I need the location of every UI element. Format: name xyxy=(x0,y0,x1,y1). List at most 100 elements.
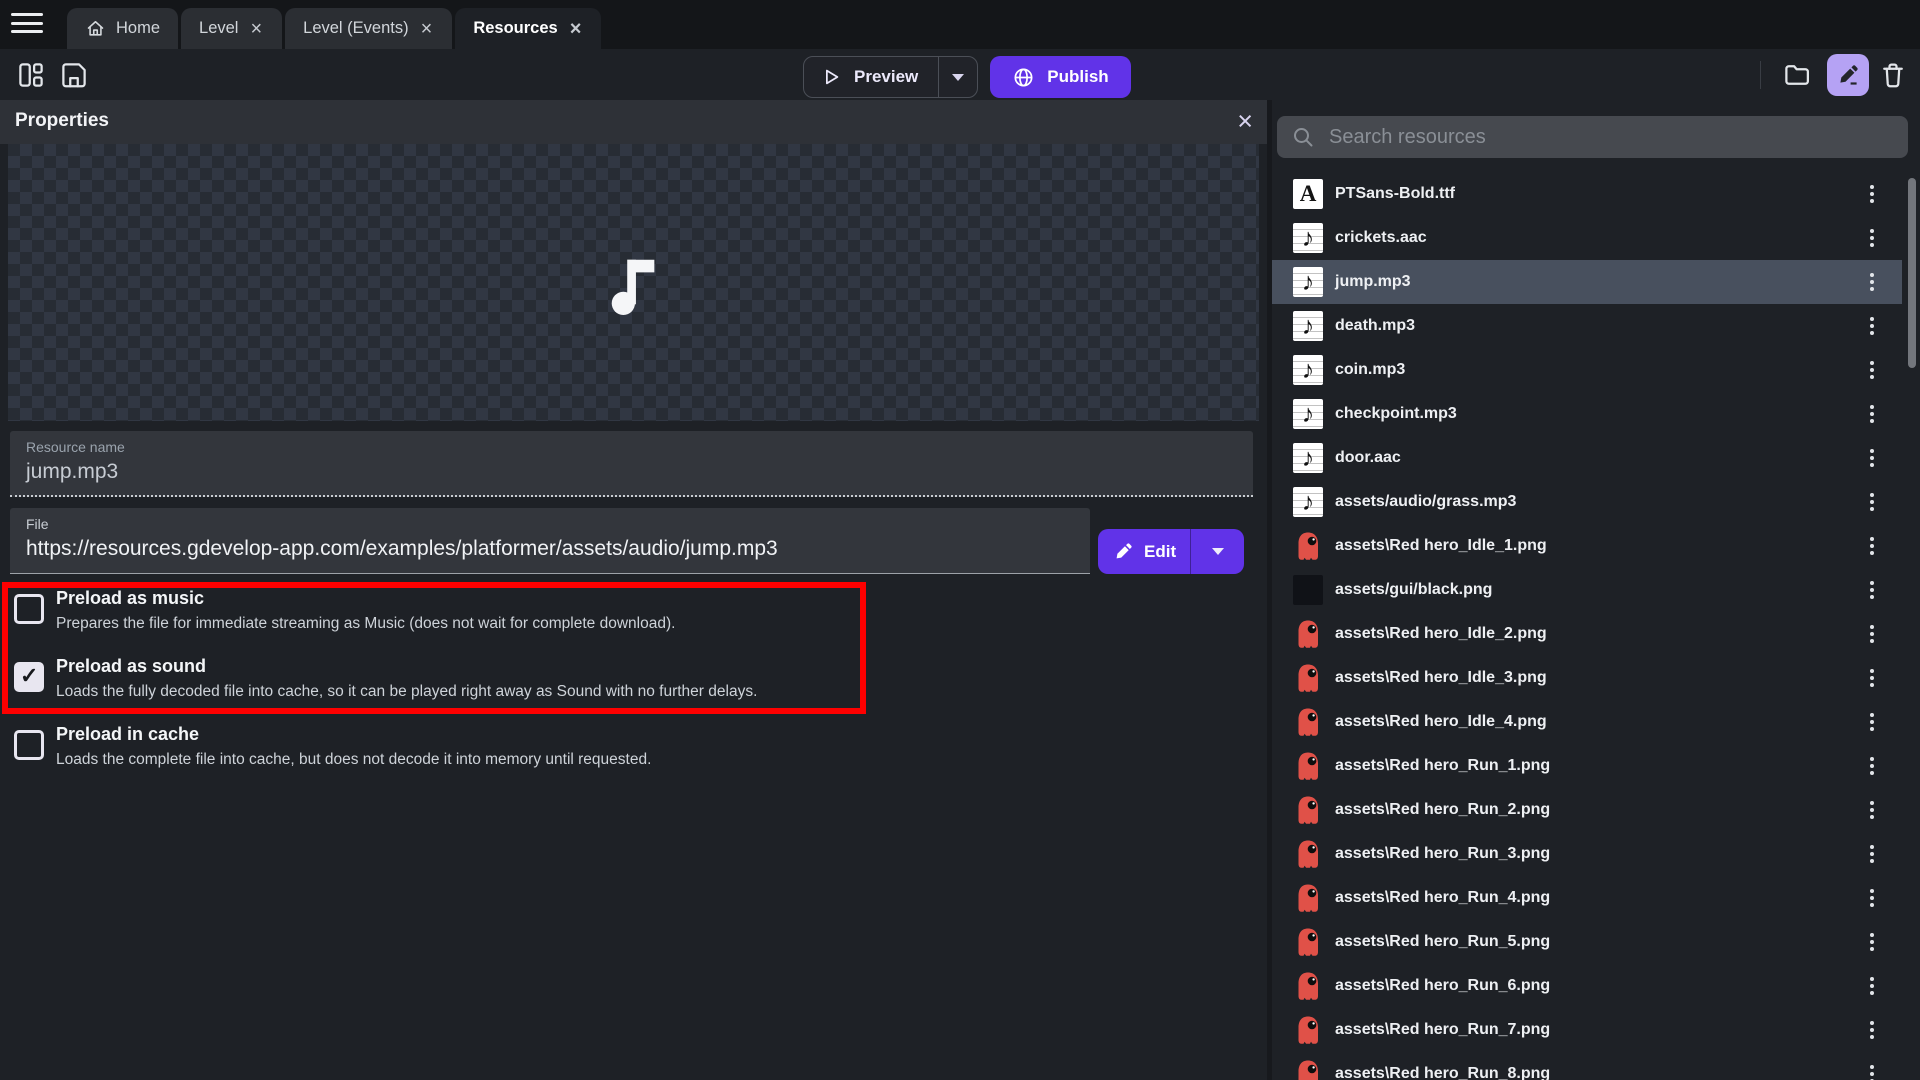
file-value: https://resources.gdevelop-app.com/examp… xyxy=(26,537,778,561)
resource-list-item[interactable]: assets/gui/black.png xyxy=(1272,568,1902,612)
resource-list-item[interactable]: assets\Red hero_Run_1.png xyxy=(1272,744,1902,788)
resource-list-item[interactable]: A PTSans-Bold.ttf xyxy=(1272,172,1902,216)
kebab-menu-icon[interactable] xyxy=(1862,754,1882,778)
kebab-menu-icon[interactable] xyxy=(1862,402,1882,426)
resource-list-item[interactable]: assets\Red hero_Run_8.png xyxy=(1272,1052,1902,1080)
resource-list-item[interactable]: assets\Red hero_Run_3.png xyxy=(1272,832,1902,876)
kebab-menu-icon[interactable] xyxy=(1862,226,1882,250)
preview-options-dropdown[interactable] xyxy=(938,57,977,97)
resource-list-item[interactable]: assets\Red hero_Idle_3.png xyxy=(1272,656,1902,700)
tab-close-icon[interactable] xyxy=(248,19,264,39)
main-toolbar: Preview Publish xyxy=(0,49,1920,100)
open-editors-panel-icon[interactable] xyxy=(16,60,46,90)
kebab-menu-icon[interactable] xyxy=(1862,842,1882,866)
resource-list-item[interactable]: assets\Red hero_Run_6.png xyxy=(1272,964,1902,1008)
properties-title: Properties xyxy=(15,110,109,132)
preview-button[interactable]: Preview xyxy=(803,56,978,98)
kebab-menu-icon[interactable] xyxy=(1862,666,1882,690)
kebab-menu-icon[interactable] xyxy=(1862,622,1882,646)
resource-list-item[interactable]: assets\Red hero_Run_7.png xyxy=(1272,1008,1902,1052)
tab-label: Resources xyxy=(473,19,557,38)
resource-list-item[interactable]: ♪ coin.mp3 xyxy=(1272,348,1902,392)
kebab-menu-icon[interactable] xyxy=(1862,886,1882,910)
resource-name: door.aac xyxy=(1335,449,1401,467)
tab-label: Home xyxy=(116,19,160,38)
edit-mode-button[interactable] xyxy=(1827,54,1869,96)
resource-list-item[interactable]: assets\Red hero_Idle_4.png xyxy=(1272,700,1902,744)
properties-header: Properties xyxy=(0,100,1267,144)
search-resources-input[interactable]: Search resources xyxy=(1277,116,1908,158)
edit-options-dropdown[interactable] xyxy=(1190,529,1244,574)
scrollbar-thumb[interactable] xyxy=(1908,178,1916,368)
kebab-menu-icon[interactable] xyxy=(1862,534,1882,558)
publish-button[interactable]: Publish xyxy=(990,56,1130,98)
option-preload-in-cache: Preload in cache Loads the complete file… xyxy=(0,724,900,786)
edit-button-main[interactable]: Edit xyxy=(1098,529,1190,574)
tab-label: Level (Events) xyxy=(303,19,408,38)
resource-name: assets\Red hero_Run_1.png xyxy=(1335,757,1550,775)
kebab-menu-icon[interactable] xyxy=(1862,446,1882,470)
search-placeholder: Search resources xyxy=(1329,126,1486,149)
open-folder-icon[interactable] xyxy=(1782,60,1812,90)
resource-name-field[interactable]: Resource name jump.mp3 xyxy=(10,431,1253,497)
preview-button-main[interactable]: Preview xyxy=(804,57,938,97)
resource-list-item[interactable]: ♪ crickets.aac xyxy=(1272,216,1902,260)
resource-name: assets\Red hero_Idle_1.png xyxy=(1335,537,1547,555)
resource-list-item[interactable]: assets\Red hero_Idle_1.png xyxy=(1272,524,1902,568)
sprite-thumbnail-icon xyxy=(1293,531,1323,561)
kebab-menu-icon[interactable] xyxy=(1862,182,1882,206)
preload-cache-checkbox[interactable] xyxy=(14,730,44,760)
resource-name: assets\Red hero_Run_8.png xyxy=(1335,1065,1550,1080)
tab-resources[interactable]: Resources xyxy=(455,8,601,49)
main-menu-icon[interactable] xyxy=(11,13,43,37)
kebab-menu-icon[interactable] xyxy=(1862,490,1882,514)
sprite-thumbnail-icon xyxy=(1293,619,1323,649)
tab-close-icon[interactable] xyxy=(419,19,435,39)
resource-name: assets\Red hero_Idle_2.png xyxy=(1335,625,1547,643)
chevron-down-icon xyxy=(1212,548,1224,555)
tab-level-events[interactable]: Level (Events) xyxy=(285,8,452,49)
resources-panel: Search resources A PTSans-Bold.ttf ♪ cri… xyxy=(1272,100,1920,1080)
kebab-menu-icon[interactable] xyxy=(1862,270,1882,294)
resource-list-item[interactable]: assets\Red hero_Idle_2.png xyxy=(1272,612,1902,656)
file-label: File xyxy=(26,516,49,532)
kebab-menu-icon[interactable] xyxy=(1862,798,1882,822)
pencil-icon xyxy=(1114,542,1133,561)
sprite-thumbnail-icon xyxy=(1293,707,1323,737)
trash-icon[interactable] xyxy=(1878,60,1908,90)
resource-list-item[interactable]: ♪ death.mp3 xyxy=(1272,304,1902,348)
resource-name: assets\Red hero_Idle_3.png xyxy=(1335,669,1547,687)
kebab-menu-icon[interactable] xyxy=(1862,930,1882,954)
resource-list-item[interactable]: ♪ jump.mp3 xyxy=(1272,260,1902,304)
kebab-menu-icon[interactable] xyxy=(1862,974,1882,998)
music-note-icon xyxy=(603,248,665,318)
kebab-menu-icon[interactable] xyxy=(1862,1062,1882,1080)
close-panel-icon[interactable] xyxy=(1237,105,1253,137)
resource-list-item[interactable]: assets\Red hero_Run_2.png xyxy=(1272,788,1902,832)
resource-list-item[interactable]: ♪ checkpoint.mp3 xyxy=(1272,392,1902,436)
resource-name: assets\Red hero_Run_7.png xyxy=(1335,1021,1550,1039)
resource-name: assets\Red hero_Run_5.png xyxy=(1335,933,1550,951)
tab-close-icon[interactable] xyxy=(568,19,584,39)
resource-list-item[interactable]: assets\Red hero_Run_4.png xyxy=(1272,876,1902,920)
editor-tabs: Home Level Level (Events) Resources xyxy=(67,8,601,49)
sprite-thumbnail-icon xyxy=(1293,751,1323,781)
resource-name: PTSans-Bold.ttf xyxy=(1335,185,1455,203)
edit-button[interactable]: Edit xyxy=(1098,529,1244,574)
tab-home[interactable]: Home xyxy=(67,8,178,49)
kebab-menu-icon[interactable] xyxy=(1862,358,1882,382)
kebab-menu-icon[interactable] xyxy=(1862,710,1882,734)
run-buttons: Preview Publish xyxy=(803,56,1131,98)
audio-file-icon: ♪ xyxy=(1293,355,1323,385)
resource-list-item[interactable]: ♪ assets/audio/grass.mp3 xyxy=(1272,480,1902,524)
save-icon[interactable] xyxy=(59,60,89,90)
file-field[interactable]: File https://resources.gdevelop-app.com/… xyxy=(10,508,1090,574)
kebab-menu-icon[interactable] xyxy=(1862,314,1882,338)
resource-name-label: Resource name xyxy=(26,439,125,455)
tab-level[interactable]: Level xyxy=(181,8,282,49)
kebab-menu-icon[interactable] xyxy=(1862,578,1882,602)
resource-list-item[interactable]: assets\Red hero_Run_5.png xyxy=(1272,920,1902,964)
resource-list-item[interactable]: ♪ door.aac xyxy=(1272,436,1902,480)
kebab-menu-icon[interactable] xyxy=(1862,1018,1882,1042)
audio-file-icon: ♪ xyxy=(1293,223,1323,253)
